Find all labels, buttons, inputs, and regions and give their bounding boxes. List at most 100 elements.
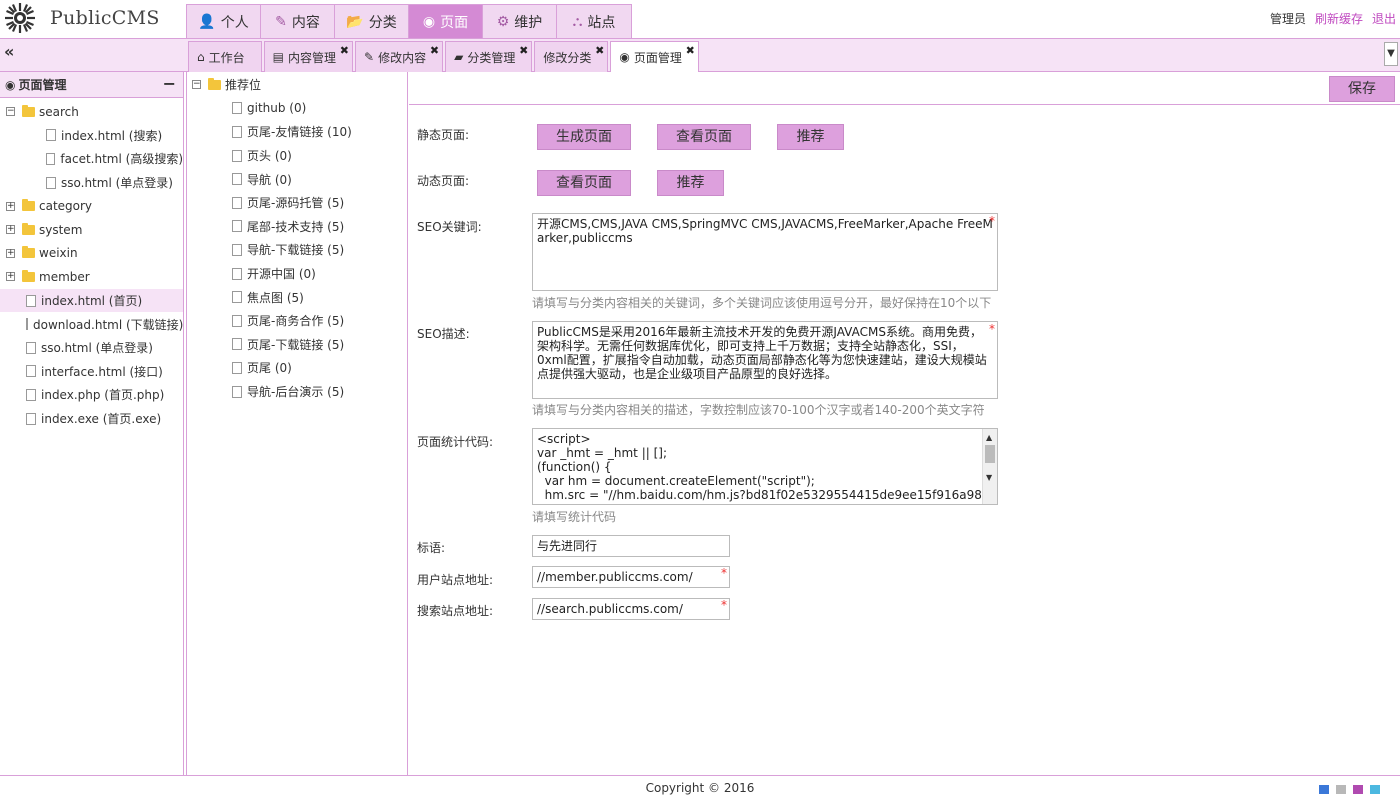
tree-item[interactable]: 页尾 (0) — [187, 356, 407, 380]
tabs: ⌂ 工作台 ▤ 内容管理 ✖ ✎ 修改内容 ✖ ▰ 分类管理 ✖ 修改分类 ✖ ◉ 页面管理 ✖ — [188, 41, 699, 72]
tree-label: 导航 (0) — [247, 172, 292, 187]
tree-item[interactable]: index.php (首页.php) — [0, 383, 183, 407]
collapse-icon[interactable]: − — [192, 80, 201, 90]
user-icon: 👤 — [198, 13, 216, 30]
seo-keywords-textarea[interactable]: 开源CMS,CMS,JAVA CMS,SpringMVC CMS,JAVACMS… — [532, 213, 998, 291]
slogan-input[interactable]: 与先进同行 — [532, 535, 730, 557]
tree-item[interactable]: 尾部-技术支持 (5) — [187, 215, 407, 239]
tree-item[interactable]: 页尾-下载链接 (5) — [187, 333, 407, 357]
file-icon — [26, 412, 36, 425]
tree-item[interactable]: index.html (搜索) — [0, 124, 183, 148]
tree-item[interactable]: github (0) — [187, 97, 407, 121]
file-icon — [232, 385, 242, 398]
tab-0[interactable]: ⌂ 工作台 — [188, 41, 262, 72]
tab-1[interactable]: ▤ 内容管理 ✖ — [263, 41, 353, 72]
tree-folder[interactable]: − search — [0, 100, 183, 124]
close-icon[interactable]: ✖ — [340, 44, 349, 57]
tree-item[interactable]: 页尾-源码托管 (5) — [187, 191, 407, 215]
view-static-page-button[interactable]: 查看页面 — [657, 124, 751, 150]
tab-4[interactable]: 修改分类 ✖ — [534, 41, 609, 72]
tab-3[interactable]: ▰ 分类管理 ✖ — [445, 41, 533, 72]
tree-item[interactable]: 页尾-商务合作 (5) — [187, 309, 407, 333]
topnav-label: 页面 — [440, 14, 469, 31]
file-icon — [232, 267, 242, 280]
tab-scroll-icon[interactable]: ▼ — [1384, 42, 1398, 66]
tab-bar: « ⌂ 工作台 ▤ 内容管理 ✖ ✎ 修改内容 ✖ ▰ 分类管理 ✖ 修改分类 ✖ ◉ 页面管理 ✖ ▼ — [0, 38, 1400, 72]
tree-folder[interactable]: + member — [0, 265, 183, 289]
tree-item[interactable]: 焦点图 (5) — [187, 285, 407, 309]
topnav-item-3[interactable]: ◉ 页面 — [409, 5, 483, 38]
tree-label: system — [39, 222, 83, 237]
tree-item[interactable]: interface.html (接口) — [0, 360, 183, 384]
topnav-item-0[interactable]: 👤 个人 — [187, 5, 261, 38]
tab-label: 页面管理 — [633, 50, 682, 65]
expand-icon[interactable]: + — [6, 201, 15, 211]
tree-folder[interactable]: + weixin — [0, 242, 183, 266]
scrollbar-thumb[interactable] — [985, 445, 995, 463]
topnav-item-4[interactable]: ⚙ 维护 — [483, 5, 557, 38]
expand-icon[interactable]: + — [6, 225, 15, 235]
tree-item[interactable]: 导航-下载链接 (5) — [187, 238, 407, 262]
scroll-down-icon[interactable]: ▼ — [986, 471, 992, 485]
tree-item[interactable]: index.exe (首页.exe) — [0, 407, 183, 431]
scroll-up-icon[interactable]: ▲ — [986, 431, 992, 445]
folder-open-icon: 📂 — [346, 13, 364, 30]
tree-item[interactable]: 导航 (0) — [187, 167, 407, 191]
folder-icon — [22, 222, 35, 235]
topnav-item-5[interactable]: ⛬ 站点 — [557, 5, 631, 38]
tab-2[interactable]: ✎ 修改内容 ✖ — [355, 41, 444, 72]
close-icon[interactable]: ✖ — [595, 44, 604, 57]
tree-item[interactable]: download.html (下载链接) — [0, 312, 183, 336]
logo-text: PublicCMS — [50, 7, 160, 29]
close-icon[interactable]: ✖ — [686, 44, 695, 57]
tree-item[interactable]: 页头 (0) — [187, 144, 407, 168]
tree-label: 页尾 (0) — [247, 361, 292, 376]
mid-panel: − 推荐位 github (0) 页尾-友情链接 (10) 页头 (0) 导航 (0) 页尾… — [186, 72, 408, 775]
collapse-icon[interactable]: − — [6, 107, 15, 117]
tab-5[interactable]: ◉ 页面管理 ✖ — [610, 41, 699, 72]
member-site-input[interactable]: //member.publiccms.com/ — [532, 566, 730, 588]
recommend-dynamic-button[interactable]: 推荐 — [657, 170, 724, 196]
expand-icon[interactable]: + — [6, 272, 15, 282]
recommend-static-button[interactable]: 推荐 — [777, 124, 844, 150]
globe-icon: ◉ — [5, 77, 16, 92]
tree-item[interactable]: facet.html (高级搜索) — [0, 147, 183, 171]
expand-icon[interactable]: + — [6, 248, 15, 258]
stat-code-textarea[interactable]: <script> var _hmt = _hmt || []; (function(… — [532, 428, 998, 505]
theme-color-2[interactable] — [1353, 785, 1363, 794]
seo-description-textarea[interactable]: PublicCMS是采用2016年最新主流技术开发的免费开源JAVACMS系统。… — [532, 321, 998, 399]
topnav-label: 站点 — [587, 14, 616, 31]
logo[interactable]: PublicCMS — [4, 2, 160, 34]
logout-link[interactable]: 退出 — [1372, 10, 1396, 27]
refresh-cache-link[interactable]: 刷新缓存 — [1315, 10, 1363, 27]
tree-item[interactable]: 页尾-友情链接 (10) — [187, 120, 407, 144]
save-button[interactable]: 保存 — [1329, 76, 1395, 102]
theme-color-1[interactable] — [1336, 785, 1346, 794]
tree-folder[interactable]: + system — [0, 218, 183, 242]
tree-item[interactable]: sso.html (单点登录) — [0, 171, 183, 195]
search-site-input[interactable]: //search.publiccms.com/ — [532, 598, 730, 620]
tree-item[interactable]: 导航-后台演示 (5) — [187, 380, 407, 404]
tree-item[interactable]: index.html (首页) — [0, 288, 183, 313]
theme-switcher — [1319, 785, 1380, 794]
tab-label: 工作台 — [208, 50, 245, 65]
close-icon[interactable]: ✖ — [519, 44, 528, 57]
tree-folder[interactable]: − 推荐位 — [187, 73, 407, 97]
tree-item[interactable]: 开源中国 (0) — [187, 262, 407, 286]
close-icon[interactable]: ✖ — [430, 44, 439, 57]
tree-folder[interactable]: + category — [0, 194, 183, 218]
code-line: var hm = document.createElement("script"… — [537, 474, 815, 488]
file-icon — [232, 361, 242, 374]
minimize-icon[interactable]: − — [163, 74, 176, 93]
generate-page-button[interactable]: 生成页面 — [537, 124, 631, 150]
topnav-item-1[interactable]: ✎ 内容 — [261, 5, 335, 38]
tree-item[interactable]: sso.html (单点登录) — [0, 336, 183, 360]
textarea-scrollbar[interactable]: ▲ ▼ — [982, 429, 997, 504]
topnav-item-2[interactable]: 📂 分类 — [335, 5, 409, 38]
collapse-sidebar-icon[interactable]: « — [4, 42, 14, 61]
gear-icon: ⚙ — [496, 13, 510, 30]
theme-color-3[interactable] — [1370, 785, 1380, 794]
file-icon — [26, 365, 36, 378]
view-dynamic-page-button[interactable]: 查看页面 — [537, 170, 631, 196]
theme-color-0[interactable] — [1319, 785, 1329, 794]
